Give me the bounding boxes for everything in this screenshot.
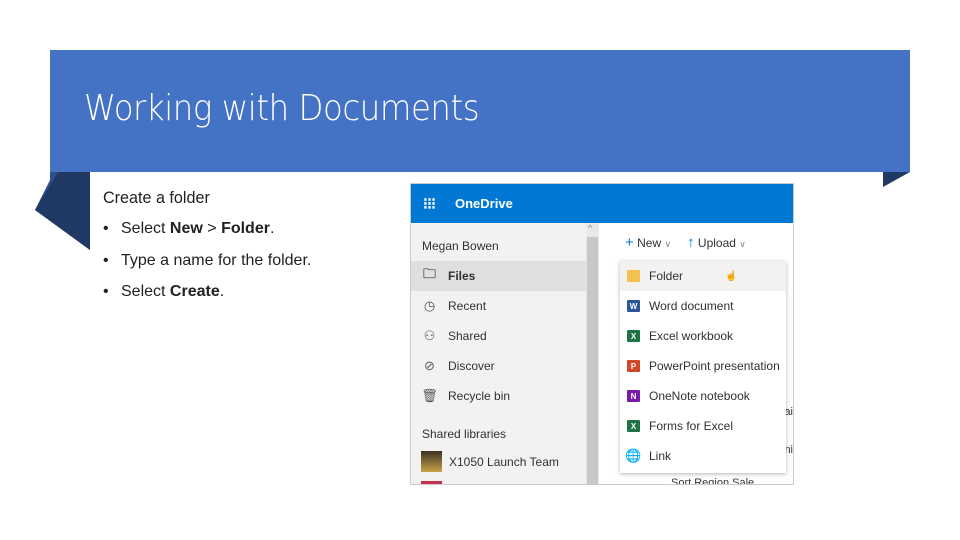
shared-libraries-header: Shared libraries xyxy=(422,427,507,441)
banner-fold-right xyxy=(883,172,910,187)
user-name: Megan Bowen xyxy=(422,239,499,253)
forms-excel-icon: X xyxy=(627,420,640,432)
slide-title: Working with Documents xyxy=(84,88,480,129)
nav-recent[interactable]: ◷ Recent xyxy=(411,291,586,321)
menu-item-onenote[interactable]: N OneNote notebook xyxy=(620,381,786,411)
scroll-up-icon[interactable]: ^ xyxy=(588,223,592,233)
nav-files[interactable]: 🗀 Files xyxy=(411,261,586,291)
nav-shared[interactable]: ⚇ Shared xyxy=(411,321,586,351)
command-bar: + New ∨ ↑ Upload ∨ xyxy=(625,234,746,251)
onedrive-screenshot: ⁝⁝⁝ OneDrive Megan Bowen 🗀 Files ◷ Recent … xyxy=(410,183,794,485)
app-title[interactable]: OneDrive xyxy=(455,196,513,211)
nav-discover[interactable]: ⊘ Discover xyxy=(411,351,586,381)
menu-item-excel[interactable]: X Excel workbook xyxy=(620,321,786,351)
compass-icon: ⊘ xyxy=(424,358,435,373)
people-icon: ⚇ xyxy=(423,328,436,343)
folder-icon xyxy=(627,270,640,282)
bullet-item: Select Create. xyxy=(121,283,225,300)
upload-button[interactable]: ↑ Upload ∨ xyxy=(687,234,746,251)
folder-icon: 🗀 xyxy=(422,266,436,281)
library-thumbnail xyxy=(421,451,442,472)
excel-icon: X xyxy=(627,330,640,342)
app-launcher-icon[interactable]: ⁝⁝⁝ xyxy=(411,194,447,214)
globe-icon: 🌐 xyxy=(625,448,642,463)
sidebar: Megan Bowen 🗀 Files ◷ Recent ⚇ Shared ⊘ Disc… xyxy=(411,223,586,484)
menu-item-folder[interactable]: Folder ☝ xyxy=(620,261,786,291)
bullet-item: Type a name for the folder. xyxy=(121,252,312,269)
nav-recycle-bin[interactable]: 🗑 Recycle bin xyxy=(411,381,586,411)
hand-cursor-icon: ☝ xyxy=(725,270,738,282)
powerpoint-icon: P xyxy=(627,360,640,372)
new-menu: Folder ☝ W Word document X Excel workbook P… xyxy=(620,261,786,473)
library-thumbnail xyxy=(421,481,442,484)
menu-item-forms-excel[interactable]: X Forms for Excel xyxy=(620,411,786,441)
new-button[interactable]: + New ∨ xyxy=(625,234,671,251)
title-banner: Working with Documents xyxy=(50,50,910,172)
slide-heading: Create a folder xyxy=(103,188,210,207)
chevron-down-icon: ∨ xyxy=(664,239,672,249)
menu-item-powerpoint[interactable]: P PowerPoint presentation xyxy=(620,351,786,381)
file-row-fragment: Sort Region Sale xyxy=(671,477,755,485)
sidebar-scrollbar[interactable]: ^ xyxy=(586,223,599,484)
word-icon: W xyxy=(627,300,640,312)
menu-item-link[interactable]: 🌐 Link xyxy=(620,441,786,471)
clock-icon: ◷ xyxy=(423,298,436,313)
trash-icon: 🗑 xyxy=(421,388,438,403)
scroll-thumb[interactable] xyxy=(587,237,598,484)
chevron-down-icon: ∨ xyxy=(739,239,746,249)
onenote-icon: N xyxy=(627,390,640,402)
bullet-item: Select New > Folder. xyxy=(121,220,275,237)
plus-icon: + xyxy=(625,234,634,251)
menu-item-word[interactable]: W Word document xyxy=(620,291,786,321)
library-item[interactable]: X1050 Launch Team xyxy=(421,451,559,472)
upload-icon: ↑ xyxy=(687,234,695,251)
onedrive-header: ⁝⁝⁝ OneDrive xyxy=(411,184,793,223)
